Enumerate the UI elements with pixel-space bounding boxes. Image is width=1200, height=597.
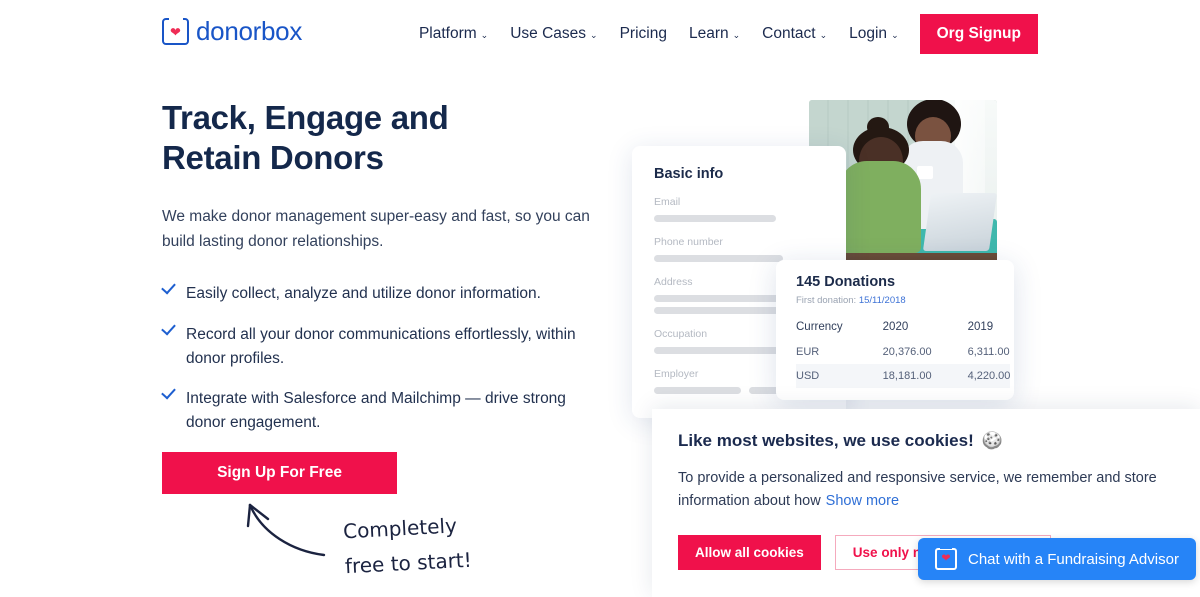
field-input-employer-1[interactable] [654,387,742,394]
cookie-banner-title-text: Like most websites, we use cookies! [678,431,974,450]
nav-item-platform[interactable]: Platform ⌄ [408,16,499,52]
nav-label: Login [849,25,888,42]
donations-table: Currency 2020 2019 EUR 20,376.00 6,311.0… [796,318,1011,388]
chevron-down-icon: ⌄ [590,29,598,40]
chevron-down-icon: ⌄ [819,29,828,40]
nav-item-contact[interactable]: Contact ⌄ [751,16,838,52]
page-root: ❤ donorbox Platform ⌄ Use Cases ⌄ Pricin… [0,0,1200,597]
nav-item-login[interactable]: Login ⌄ [838,16,909,52]
page-title: Track, Engage and Retain Donors [162,99,449,176]
field-label-phone: Phone number [654,236,723,248]
chevron-down-icon: ⌄ [732,29,741,40]
list-item: Integrate with Salesforce and Mailchimp … [161,384,602,434]
list-item: Record all your donor communications eff… [161,320,602,370]
first-donation-label: First donation: [796,295,857,306]
check-icon [161,320,176,336]
cell-2019: 4,220.00 [931,364,1011,388]
column-header-currency: Currency [796,321,843,333]
list-item-label: Integrate with Salesforce and Mailchimp … [186,390,566,431]
nav-item-use-cases[interactable]: Use Cases ⌄ [499,16,608,52]
primary-nav: Platform ⌄ Use Cases ⌄ Pricing Learn ⌄ C… [408,14,1038,54]
field-label-email: Email [654,196,681,208]
check-icon [161,384,176,400]
cell-2020: 18,181.00 [842,364,932,388]
first-donation-date: 15/11/2018 [858,295,906,306]
handwritten-note-text: Completely free to start! [342,508,473,585]
handwritten-annotation: Completely free to start! [232,493,492,597]
chevron-down-icon: ⌄ [891,29,899,40]
brand-logo[interactable]: ❤ donorbox [162,15,303,47]
cell-2020: 20,376.00 [882,346,932,358]
column-header-2019: 2019 [967,321,994,333]
brand-name: donorbox [196,16,303,46]
donations-count: 145 Donations [796,274,896,290]
hero-subtitle: We make donor management super-easy and … [162,208,590,251]
list-item-label: Easily collect, analyze and utilize dono… [186,285,541,303]
cell-currency: EUR [796,346,820,358]
cookie-banner-title: Like most websites, we use cookies! 🍪 [678,431,1174,451]
nav-label: Learn [688,25,729,42]
first-donation-row: First donation: 15/11/2018 [796,295,994,306]
hero-left-column: Track, Engage and Retain Donors We make … [161,98,622,578]
nav-label: Platform [418,25,477,42]
cookie-icon: 🍪 [981,431,1003,450]
list-item-label: Record all your donor communications eff… [186,325,576,367]
cell-2019: 6,311.00 [967,346,1010,358]
cookie-banner-body-text: To provide a personalized and responsive… [678,470,1157,510]
field-input-phone[interactable] [654,255,784,262]
cookie-banner-body: To provide a personalized and responsive… [678,467,1174,514]
table-row: USD 18,181.00 4,220.00 [796,364,1011,388]
sign-up-for-free-button[interactable]: Sign Up For Free [162,452,397,495]
table-header-row: Currency 2020 2019 [796,318,1010,340]
check-icon [161,279,176,295]
donations-card: 145 Donations First donation: 15/11/2018… [776,260,1014,400]
allow-all-cookies-button[interactable]: Allow all cookies [678,534,821,570]
handwritten-line-2: free to start! [344,547,473,579]
list-item: Easily collect, analyze and utilize dono… [161,279,602,306]
nav-label: Pricing [619,25,667,42]
chat-widget-label: Chat with a Fundraising Advisor [968,550,1179,568]
cell-currency: USD [796,364,843,388]
field-input-email[interactable] [654,215,777,222]
org-signup-button[interactable]: Org Signup [919,14,1038,54]
nav-label: Contact [762,25,816,42]
chevron-down-icon: ⌄ [480,29,489,40]
hero-feature-list: Easily collect, analyze and utilize dono… [161,279,622,434]
nav-item-learn[interactable]: Learn ⌄ [678,16,751,52]
nav-item-pricing[interactable]: Pricing [609,16,678,52]
column-header-2020: 2020 [882,321,909,333]
donorbox-heart-logo-icon: ❤ [162,15,189,45]
basic-info-heading: Basic info [654,166,724,182]
table-row: EUR 20,376.00 6,311.00 [796,340,1010,364]
nav-label: Use Cases [510,25,587,42]
show-more-link[interactable]: Show more [826,493,899,509]
chat-widget-button[interactable]: ❤ Chat with a Fundraising Advisor [918,538,1196,580]
field-input-occupation[interactable] [654,347,787,354]
donorbox-heart-logo-icon: ❤ [935,545,957,570]
site-header: ❤ donorbox Platform ⌄ Use Cases ⌄ Pricin… [0,0,1200,66]
